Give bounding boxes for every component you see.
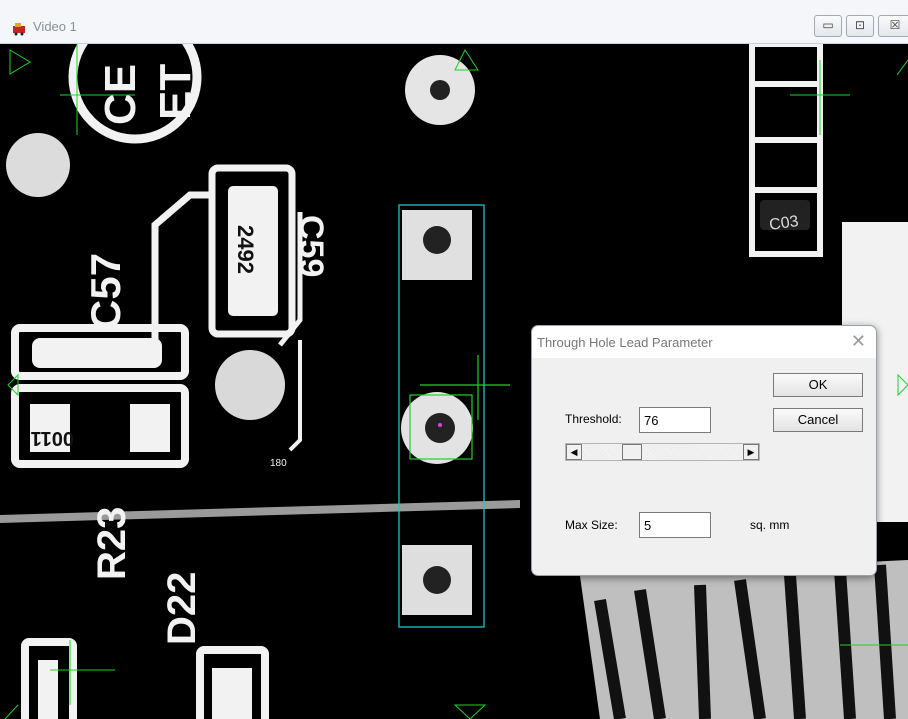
ce-marking-1: CE bbox=[96, 64, 145, 125]
r23-label: R23 bbox=[90, 507, 134, 580]
slider-thumb[interactable] bbox=[622, 444, 642, 460]
c57-label: C57 bbox=[82, 253, 129, 330]
slider-left-arrow-icon[interactable]: ◀ bbox=[566, 444, 582, 460]
dialog-close-icon[interactable]: ✕ bbox=[851, 331, 866, 352]
close-window-button[interactable]: ☒ bbox=[878, 15, 908, 37]
threshold-slider[interactable]: ◀ ▶ bbox=[565, 443, 760, 461]
max-size-unit: sq. mm bbox=[750, 518, 790, 532]
ok-button[interactable]: OK bbox=[773, 373, 863, 397]
resistor-code-label: 2492 bbox=[233, 225, 258, 274]
threshold-label: Threshold: bbox=[565, 412, 622, 426]
minimize-icon: ▭ bbox=[822, 18, 834, 32]
ce-marking-2: ET bbox=[151, 64, 200, 120]
threshold-input[interactable] bbox=[639, 407, 711, 433]
cancel-button[interactable]: Cancel bbox=[773, 408, 863, 432]
d22-label: D22 bbox=[160, 572, 204, 645]
max-size-label: Max Size: bbox=[565, 518, 618, 532]
maximize-icon: ⊡ bbox=[854, 18, 866, 32]
window-title: Video 1 bbox=[33, 19, 77, 34]
lead-center-marker bbox=[438, 423, 442, 427]
camera-app-icon bbox=[13, 23, 25, 36]
c59-label: C59 bbox=[292, 215, 330, 277]
dialog-title: Through Hole Lead Parameter bbox=[537, 335, 713, 350]
component-mark-label: C03 bbox=[768, 213, 800, 234]
through-hole-lead-parameter-dialog: Through Hole Lead Parameter ✕ OK Cancel … bbox=[531, 325, 877, 576]
minimize-button[interactable]: ▭ bbox=[814, 15, 842, 37]
dialog-titlebar: Through Hole Lead Parameter ✕ bbox=[532, 326, 876, 358]
small-mark-label: 180 bbox=[270, 458, 287, 469]
slider-right-arrow-icon[interactable]: ▶ bbox=[743, 444, 759, 460]
part-0011-label: 0011 bbox=[31, 427, 74, 449]
window-titlebar: Video 1 ▭ ⊡ ☒ bbox=[0, 0, 908, 44]
close-icon: ☒ bbox=[889, 18, 901, 32]
maximize-button[interactable]: ⊡ bbox=[846, 15, 874, 37]
max-size-input[interactable] bbox=[639, 512, 711, 538]
